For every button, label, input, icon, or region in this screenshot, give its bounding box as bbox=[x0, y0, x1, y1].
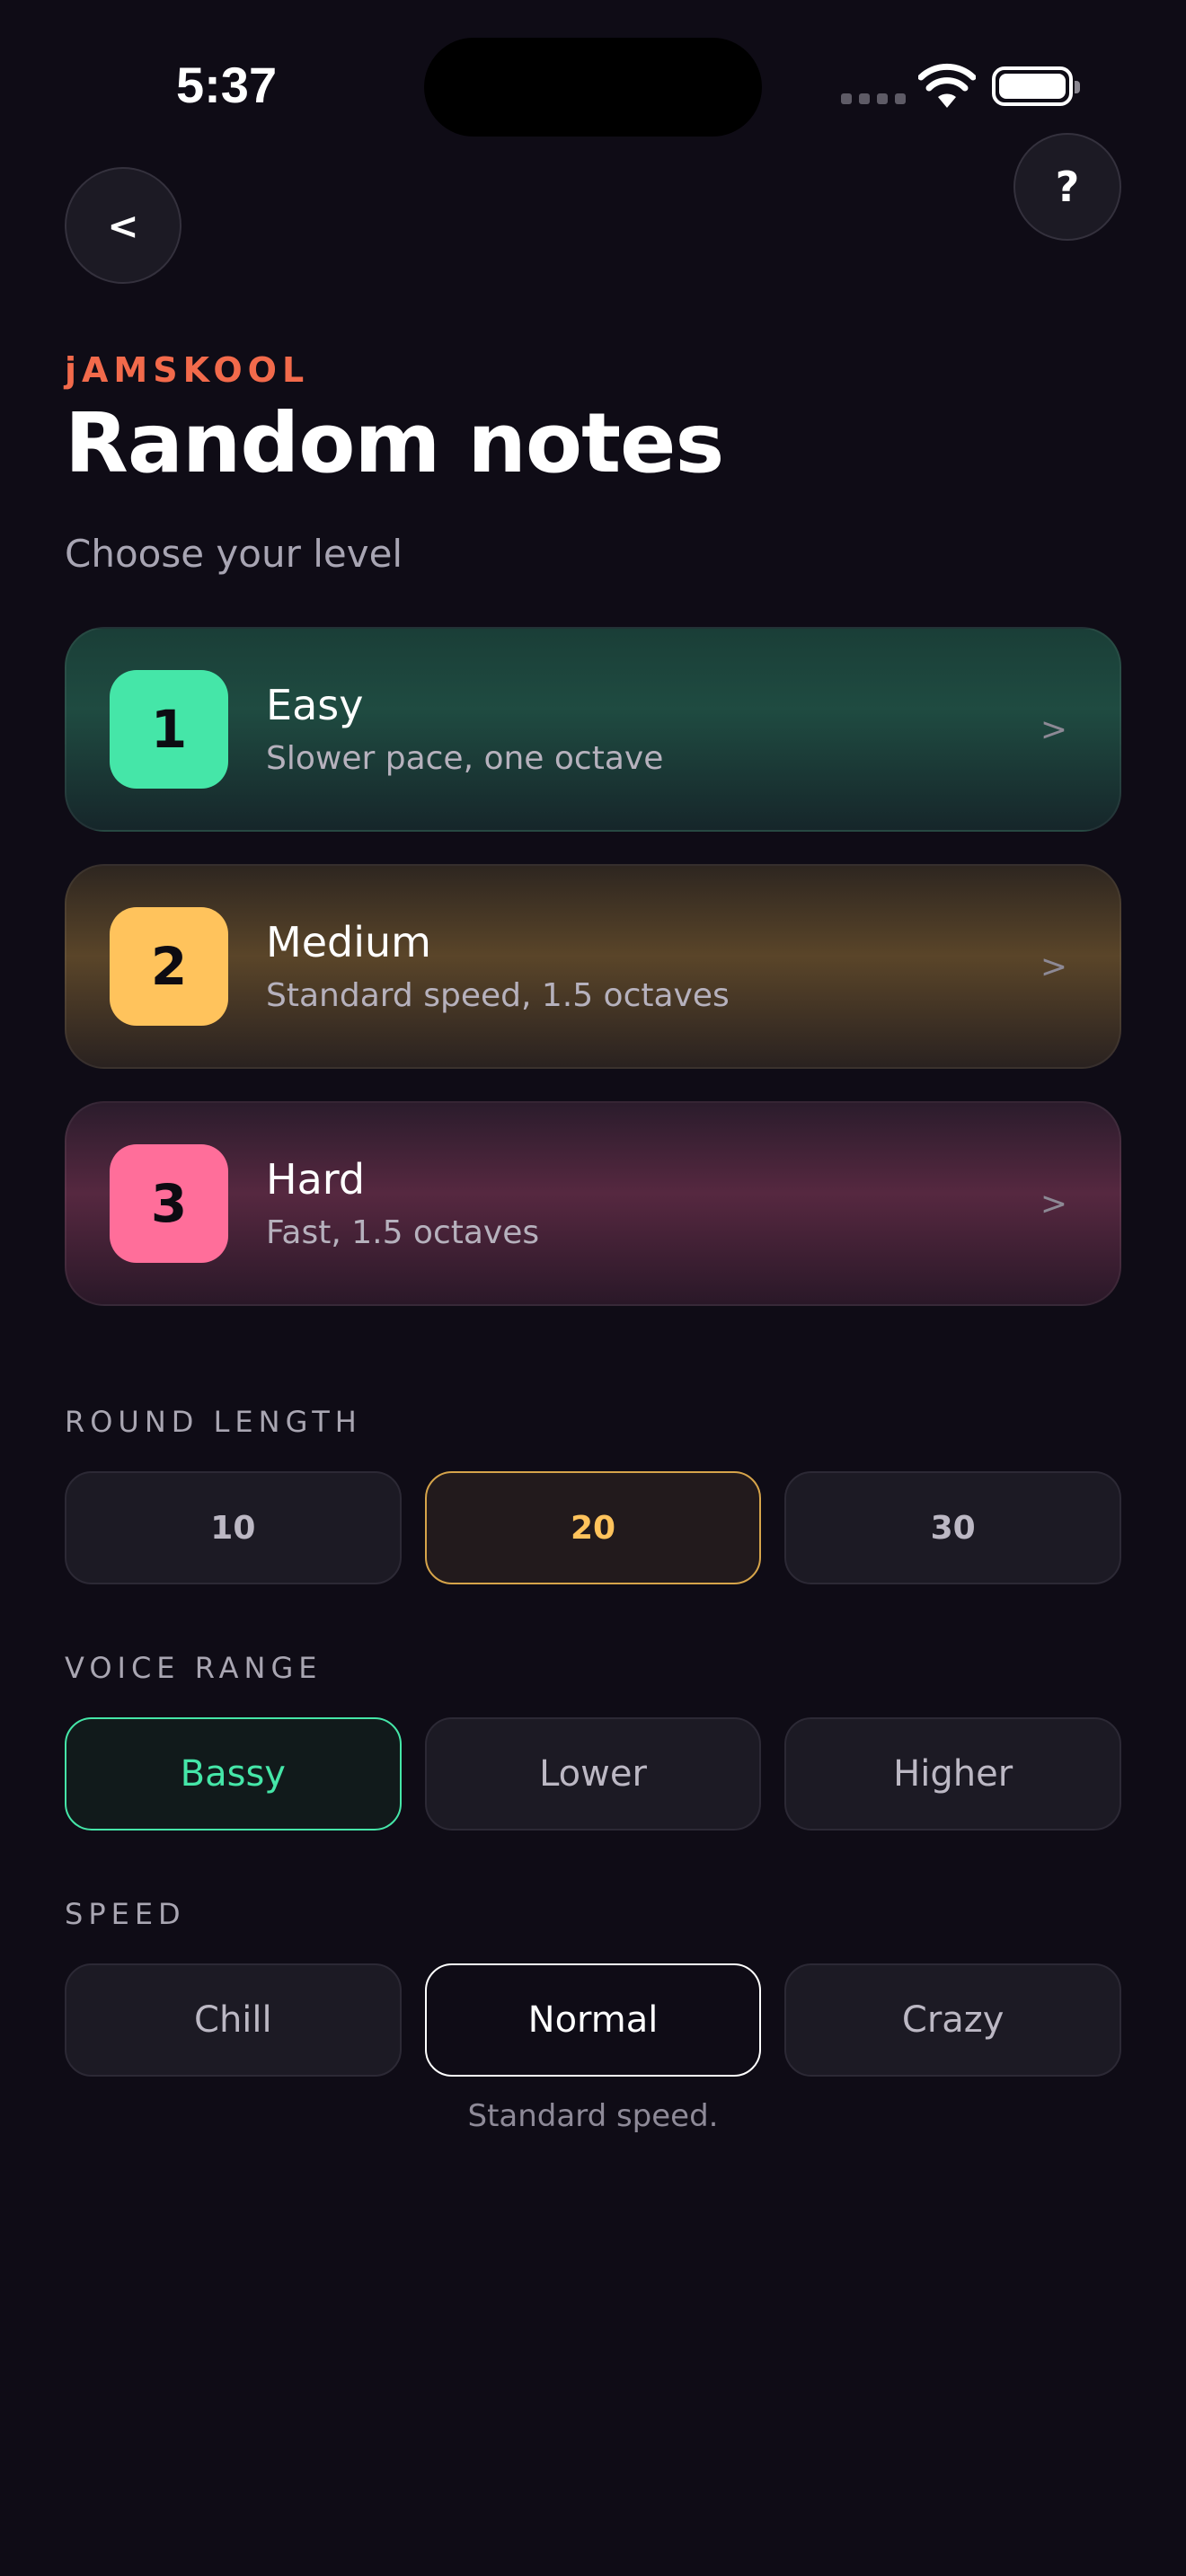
level-description: Fast, 1.5 octaves bbox=[266, 1214, 540, 1251]
chevron-right-icon: > bbox=[1040, 711, 1067, 748]
chevron-right-icon: > bbox=[1040, 1186, 1067, 1222]
voice-range-label: VOICE RANGE bbox=[65, 1651, 323, 1685]
level-card-easy[interactable]: 1 Easy Slower pace, one octave > bbox=[65, 627, 1121, 832]
round-length-label: ROUND LENGTH bbox=[65, 1405, 362, 1439]
level-name: Easy bbox=[266, 681, 364, 729]
speed-hint: Standard speed. bbox=[467, 2098, 719, 2134]
speed-option-chill[interactable]: Chill bbox=[65, 1963, 402, 2077]
level-name: Hard bbox=[266, 1155, 366, 1204]
brand-label: jAMSKOOL bbox=[65, 350, 310, 390]
voice-range-option-lower[interactable]: Lower bbox=[424, 1717, 762, 1831]
speed-label: SPEED bbox=[65, 1897, 186, 1931]
level-number-badge: 2 bbox=[110, 907, 228, 1026]
back-chevron-icon: < bbox=[107, 203, 139, 248]
help-button[interactable]: ? bbox=[1013, 133, 1121, 241]
speed-option-normal[interactable]: Normal bbox=[424, 1963, 762, 2077]
voice-range-options: Bassy Lower Higher bbox=[65, 1717, 1122, 1831]
level-name: Medium bbox=[266, 918, 431, 966]
level-card-hard[interactable]: 3 Hard Fast, 1.5 octaves > bbox=[65, 1101, 1121, 1306]
chevron-right-icon: > bbox=[1040, 948, 1067, 985]
cellular-signal-icon bbox=[841, 93, 906, 104]
round-length-option-10[interactable]: 10 bbox=[65, 1471, 402, 1584]
level-number-badge: 1 bbox=[110, 670, 228, 789]
level-card-medium[interactable]: 2 Medium Standard speed, 1.5 octaves > bbox=[65, 864, 1121, 1069]
page-title: Random notes bbox=[65, 395, 724, 491]
round-length-options: 10 20 30 bbox=[65, 1471, 1122, 1584]
round-length-option-30[interactable]: 30 bbox=[784, 1471, 1122, 1584]
speed-option-crazy[interactable]: Crazy bbox=[784, 1963, 1122, 2077]
round-length-option-20[interactable]: 20 bbox=[424, 1471, 762, 1584]
wifi-icon bbox=[918, 63, 976, 108]
level-description: Slower pace, one octave bbox=[266, 740, 664, 777]
dynamic-island bbox=[424, 38, 762, 137]
voice-range-option-higher[interactable]: Higher bbox=[784, 1717, 1122, 1831]
level-number-badge: 3 bbox=[110, 1144, 228, 1263]
battery-icon bbox=[992, 66, 1080, 106]
speed-options: Chill Normal Crazy bbox=[65, 1963, 1122, 2077]
page-subtitle: Choose your level bbox=[65, 532, 403, 576]
status-time: 5:37 bbox=[176, 57, 278, 113]
back-button[interactable]: < bbox=[65, 167, 181, 284]
voice-range-option-bassy[interactable]: Bassy bbox=[65, 1717, 402, 1831]
level-description: Standard speed, 1.5 octaves bbox=[266, 977, 730, 1014]
help-icon: ? bbox=[1055, 163, 1080, 211]
